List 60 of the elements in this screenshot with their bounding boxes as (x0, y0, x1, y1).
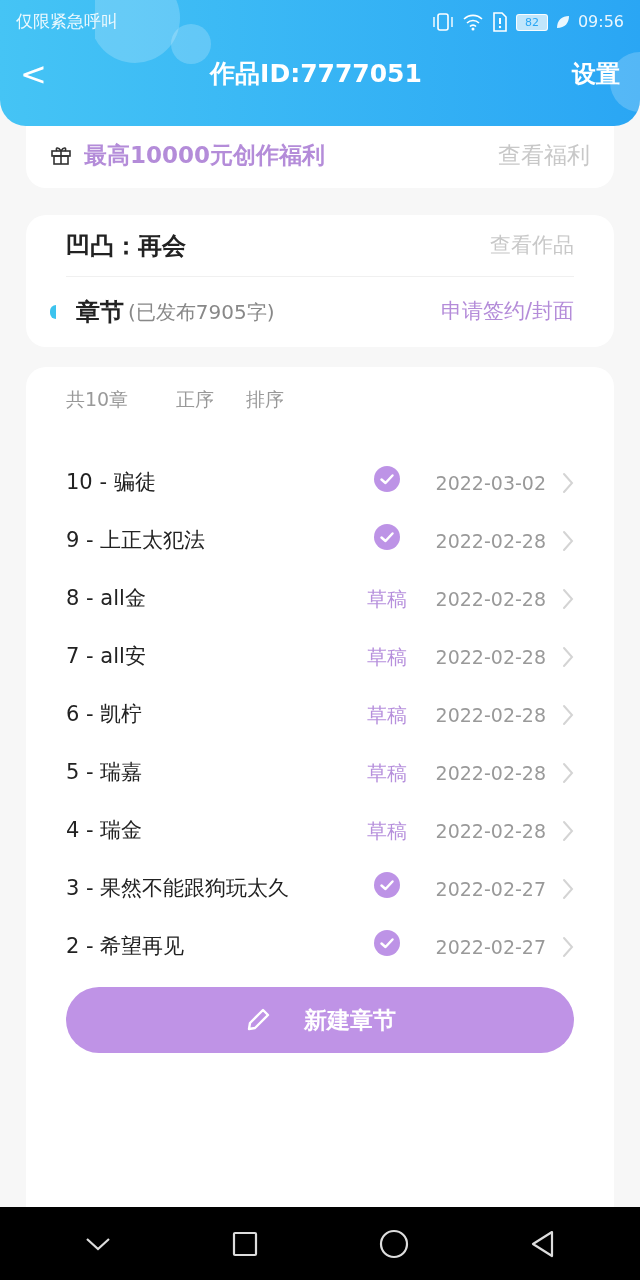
chapter-title: 8 - all金 (66, 585, 147, 613)
chapter-title: 2 - 希望再见 (66, 933, 186, 961)
chevron-right-icon (562, 530, 574, 552)
gift-icon (50, 144, 72, 166)
chapter-date: 2022-03-02 (435, 470, 546, 496)
chapter-title: 10 - 骗徒 (66, 469, 157, 497)
vibrate-icon (431, 12, 454, 32)
chevron-right-icon (562, 588, 574, 610)
square-icon[interactable] (231, 1230, 258, 1257)
chevron-right-icon (562, 878, 574, 900)
draft-label: 草稿 (366, 760, 407, 787)
chapter-row[interactable]: 4 - 瑞金 草稿 2022-02-28 (66, 802, 574, 860)
chapter-row[interactable]: 2 - 希望再见 2022-02-27 (66, 918, 574, 976)
draft-label: 草稿 (366, 818, 407, 845)
word-count-text: (已发布7905字) (128, 299, 275, 326)
chevron-right-icon (562, 820, 574, 842)
chapter-title: 7 - all安 (66, 643, 147, 671)
chapters-label: 章节 (76, 297, 124, 328)
benefit-text: 最高10000元创作福利 (84, 140, 326, 170)
chapter-row[interactable]: 5 - 瑞嘉 草稿 2022-02-28 (66, 744, 574, 802)
draft-label: 草稿 (366, 702, 407, 729)
sim-alert-icon (491, 12, 508, 32)
chapter-title: 6 - 凯柠 (66, 701, 144, 729)
chevron-right-icon (562, 704, 574, 726)
chapter-date: 2022-02-28 (435, 528, 546, 554)
draft-label: 草稿 (366, 586, 407, 613)
wifi-icon (461, 13, 484, 31)
chapter-row[interactable]: 10 - 骗徒 2022-03-02 (66, 454, 574, 512)
chevron-right-icon (562, 646, 574, 668)
back-icon[interactable] (529, 1229, 556, 1258)
chevron-right-icon (562, 936, 574, 958)
chevron-right-icon (562, 472, 574, 494)
leaf-icon (555, 15, 570, 29)
section-marker (50, 305, 56, 319)
chapter-row[interactable]: 7 - all安 草稿 2022-02-28 (66, 628, 574, 686)
chapter-date: 2022-02-28 (435, 586, 546, 612)
home-icon[interactable] (378, 1228, 409, 1259)
page-title: 作品ID:7777051 (208, 58, 423, 91)
chevron-down-icon[interactable] (84, 1235, 111, 1252)
chapter-count: 共10章 (66, 386, 129, 412)
chapter-date: 2022-02-28 (435, 818, 546, 844)
chapter-date: 2022-02-28 (435, 760, 546, 786)
chapter-title: 9 - 上正太犯法 (66, 527, 207, 555)
clock-text: 09:56 (577, 11, 624, 33)
chapter-date: 2022-02-27 (435, 934, 546, 960)
chapter-title: 5 - 瑞嘉 (66, 759, 144, 787)
chapter-row[interactable]: 8 - all金 草稿 2022-02-28 (66, 570, 574, 628)
chapter-date: 2022-02-27 (435, 876, 546, 902)
work-title: 凹凸：再会 (66, 230, 186, 262)
carrier-text: 仅限紧急呼叫 (16, 10, 118, 34)
chapter-row[interactable]: 3 - 果然不能跟狗玩太久 2022-02-27 (66, 860, 574, 918)
chevron-right-icon (562, 762, 574, 784)
chapter-date: 2022-02-28 (435, 702, 546, 728)
chapter-title: 3 - 果然不能跟狗玩太久 (66, 875, 291, 903)
battery-indicator: 82 (515, 13, 548, 31)
chapter-row[interactable]: 9 - 上正太犯法 2022-02-28 (66, 512, 574, 570)
chapter-row[interactable]: 6 - 凯柠 草稿 2022-02-28 (66, 686, 574, 744)
draft-label: 草稿 (366, 644, 407, 671)
chapter-date: 2022-02-28 (435, 644, 546, 670)
chapter-title: 4 - 瑞金 (66, 817, 144, 845)
